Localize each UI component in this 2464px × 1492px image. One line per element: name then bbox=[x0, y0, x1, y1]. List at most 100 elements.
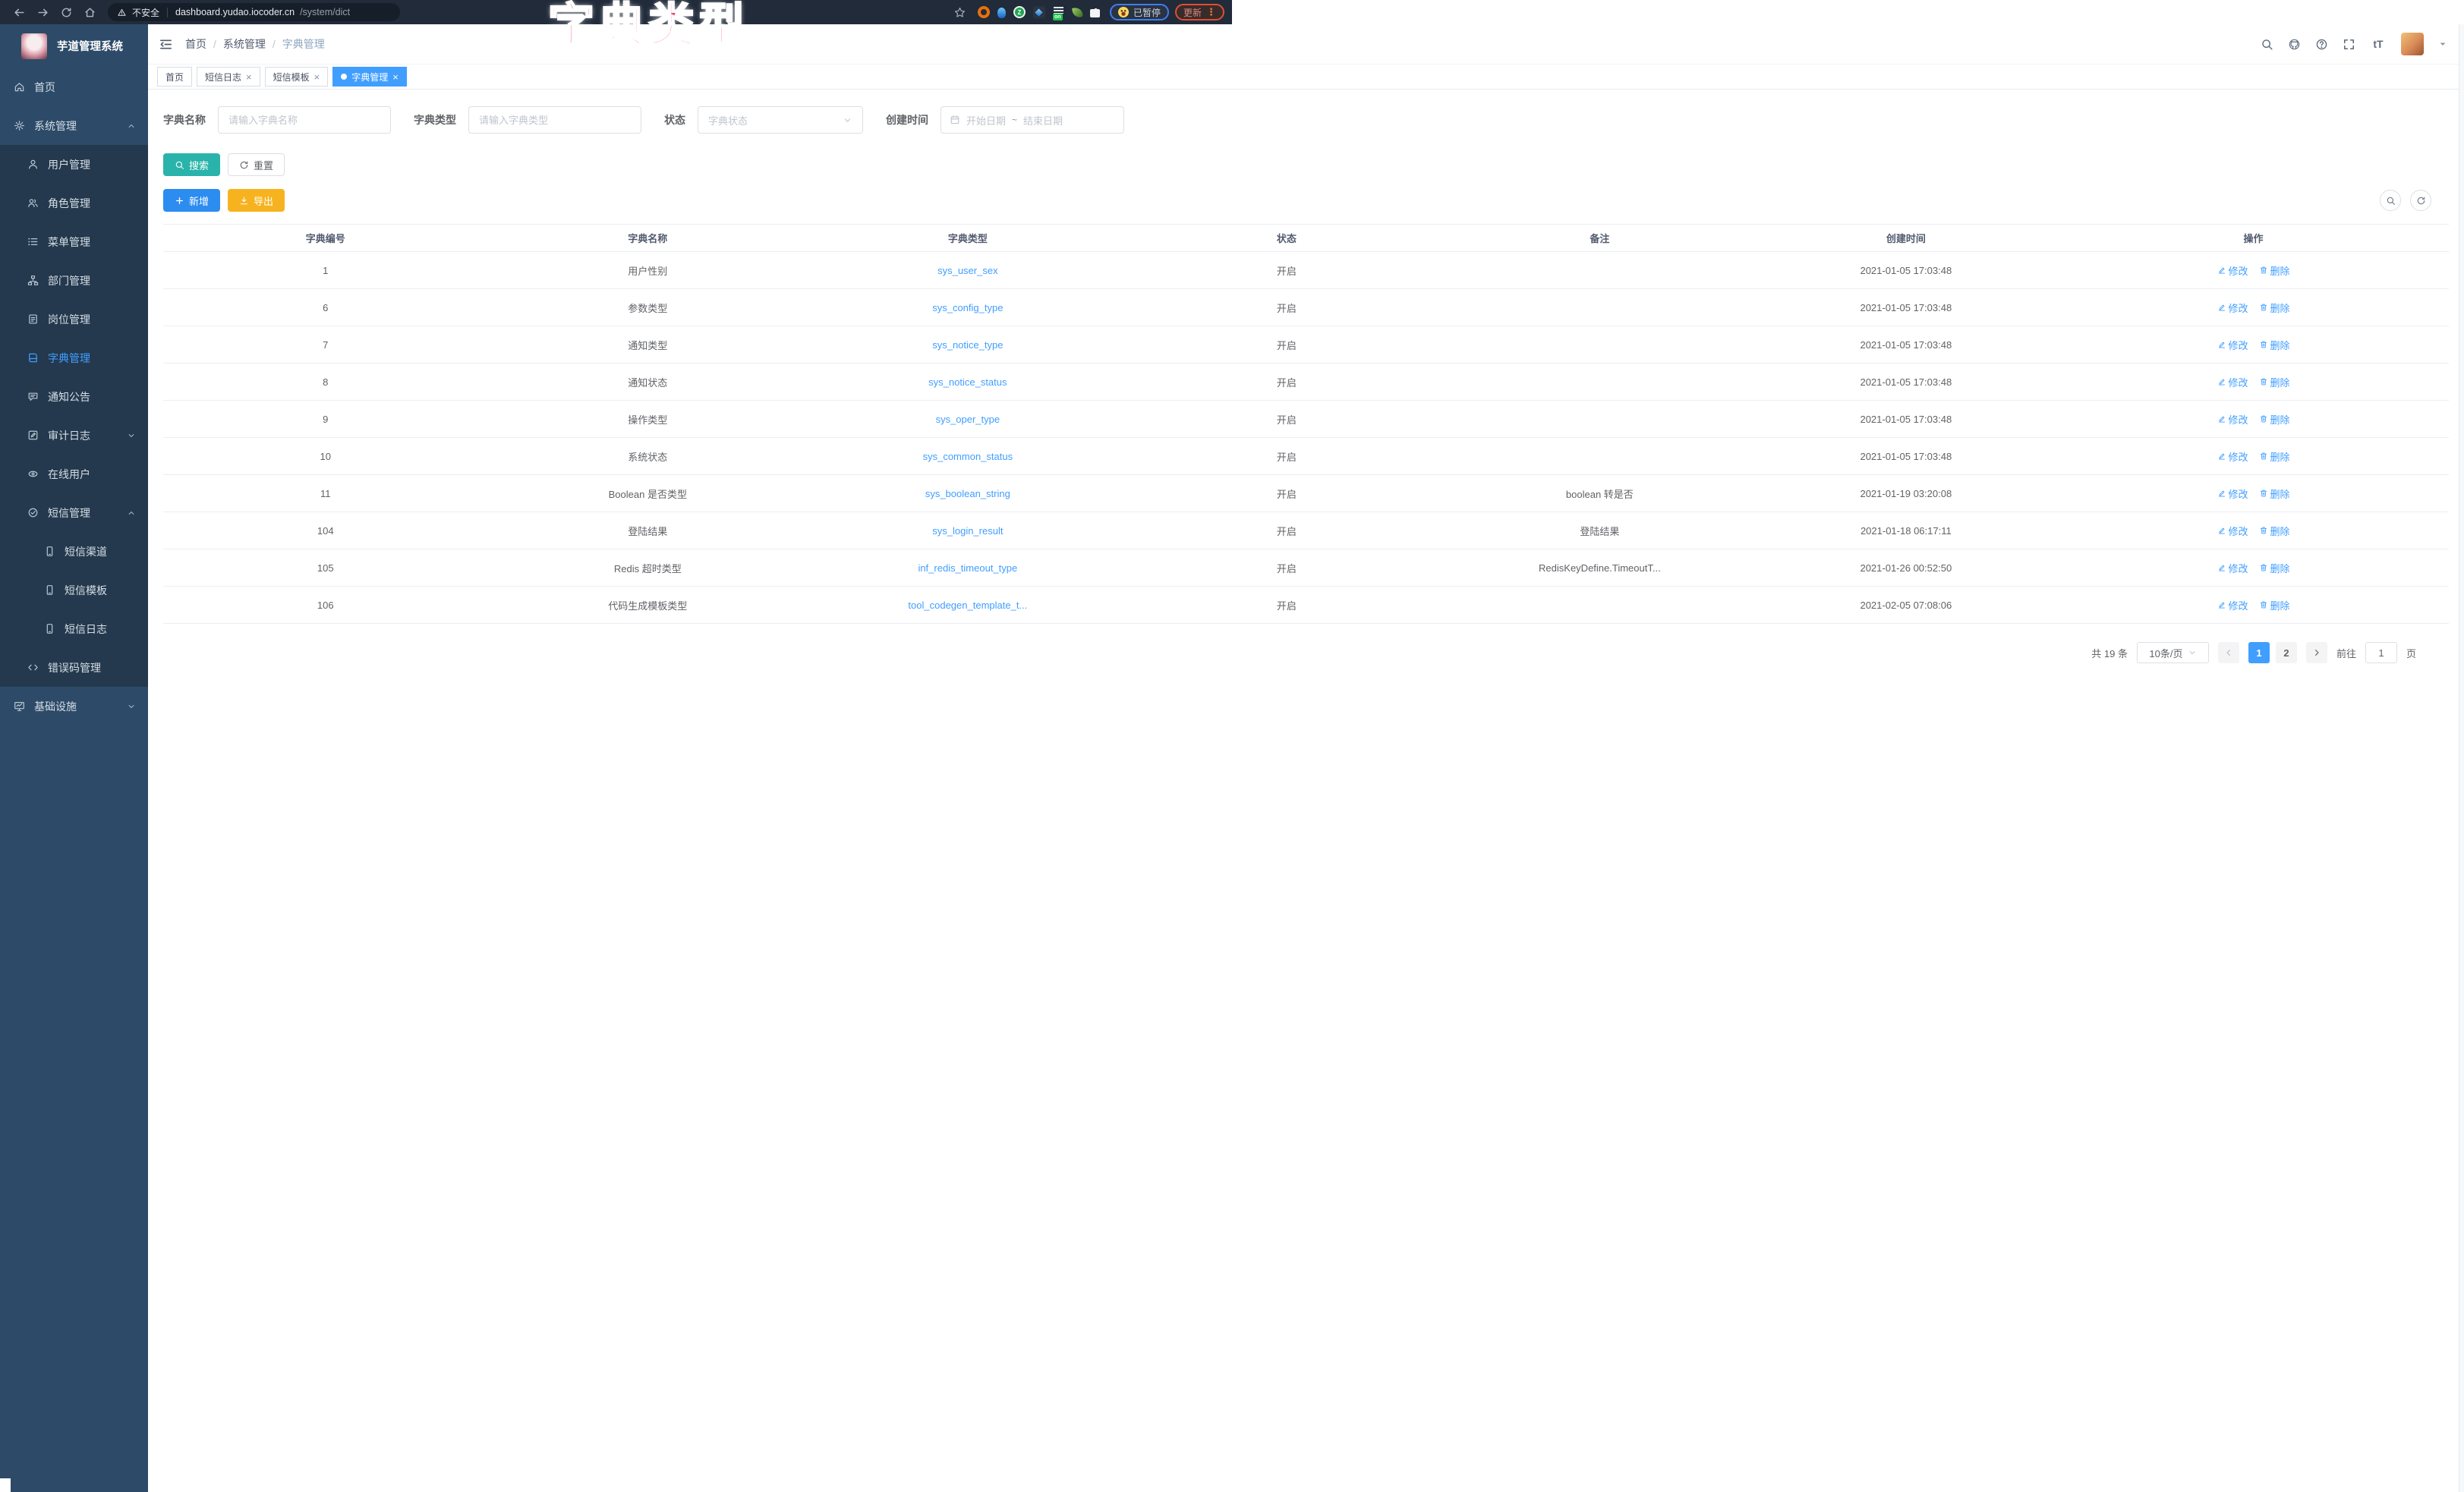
delete-link[interactable]: 删除 bbox=[2259, 338, 2290, 352]
delete-link[interactable]: 删除 bbox=[2259, 301, 2290, 315]
browser-home-icon[interactable] bbox=[83, 6, 96, 19]
delete-link[interactable]: 删除 bbox=[2259, 598, 2290, 612]
extension-target-icon[interactable] bbox=[978, 6, 990, 18]
add-button[interactable]: 新增 bbox=[163, 189, 220, 212]
edit-link[interactable]: 修改 bbox=[2217, 561, 2248, 575]
sidebar-item-post-management[interactable]: 岗位管理 bbox=[0, 300, 148, 338]
sidebar-item-online-users[interactable]: 在线用户 bbox=[0, 455, 148, 493]
delete-link[interactable]: 删除 bbox=[2259, 524, 2290, 538]
sidebar-item-notice[interactable]: 通知公告 bbox=[0, 377, 148, 416]
edit-link[interactable]: 修改 bbox=[2217, 598, 2248, 612]
delete-link[interactable]: 删除 bbox=[2259, 263, 2290, 278]
user-avatar[interactable] bbox=[2401, 33, 2424, 55]
dict-type-link[interactable]: sys_login_result bbox=[932, 525, 1003, 537]
app-logo[interactable]: 芋道管理系统 bbox=[0, 24, 148, 68]
browser-back-icon[interactable] bbox=[13, 6, 26, 19]
sidebar-item-menu-management[interactable]: 菜单管理 bbox=[0, 222, 148, 261]
search-button[interactable]: 搜索 bbox=[163, 153, 220, 176]
fullscreen-icon[interactable] bbox=[2343, 38, 2355, 51]
column-header: 备注 bbox=[1445, 225, 1753, 252]
tab-dict-management[interactable]: 字典管理× bbox=[332, 67, 407, 87]
goto-page-input[interactable] bbox=[2365, 642, 2397, 663]
tab-home[interactable]: 首页 bbox=[157, 67, 192, 87]
dict-type-link[interactable]: sys_notice_status bbox=[928, 376, 1007, 388]
dict-type-link[interactable]: tool_codegen_template_t... bbox=[908, 600, 1027, 611]
sidebar-item-dict-management[interactable]: 字典管理 bbox=[0, 338, 148, 377]
sidebar-item-audit-log[interactable]: 审计日志 bbox=[0, 416, 148, 455]
export-button[interactable]: 导出 bbox=[228, 189, 285, 212]
extensions-puzzle-icon[interactable] bbox=[1090, 9, 1100, 17]
edit-link[interactable]: 修改 bbox=[2217, 263, 2248, 278]
search-icon[interactable] bbox=[2261, 38, 2273, 51]
sidebar-item-sms-log[interactable]: 短信日志 bbox=[0, 609, 148, 648]
sidebar-item-sms-template[interactable]: 短信模板 bbox=[0, 571, 148, 609]
edit-link[interactable]: 修改 bbox=[2217, 301, 2248, 315]
sidebar-item-home[interactable]: 首页 bbox=[0, 68, 148, 106]
browser-forward-icon[interactable] bbox=[36, 6, 49, 19]
close-tab-icon[interactable]: × bbox=[314, 72, 320, 82]
browser-reload-icon[interactable] bbox=[60, 6, 73, 19]
tab-sms-log[interactable]: 短信日志× bbox=[197, 67, 260, 87]
extension-diamond-icon[interactable] bbox=[1033, 6, 1045, 18]
dict-type-link[interactable]: sys_oper_type bbox=[936, 414, 1000, 425]
dict-type-link[interactable]: sys_common_status bbox=[923, 451, 1013, 462]
edit-link[interactable]: 修改 bbox=[2217, 375, 2248, 389]
avatar-caret-icon[interactable] bbox=[2438, 39, 2447, 49]
browser-update-button[interactable]: 更新 ⋮ bbox=[1175, 4, 1224, 20]
tab-sms-template[interactable]: 短信模板× bbox=[265, 67, 329, 87]
sidebar-item-user-management[interactable]: 用户管理 bbox=[0, 145, 148, 184]
window-scrollbar[interactable] bbox=[2459, 24, 2464, 1492]
date-range-picker[interactable]: 开始日期 ~ 结束日期 bbox=[941, 106, 1124, 134]
breadcrumb-item[interactable]: 首页 bbox=[185, 36, 206, 52]
paused-extension-badge[interactable]: 已暂停 bbox=[1110, 4, 1169, 20]
delete-link[interactable]: 删除 bbox=[2259, 412, 2290, 427]
dict-type-link[interactable]: sys_user_sex bbox=[937, 265, 997, 276]
browser-menu-kebab-icon[interactable]: ⋮ bbox=[1206, 6, 1216, 18]
sidebar-item-role-management[interactable]: 角色管理 bbox=[0, 184, 148, 222]
status-select[interactable]: 字典状态 bbox=[698, 106, 863, 134]
bookmark-star-icon[interactable] bbox=[953, 6, 966, 19]
delete-link[interactable]: 删除 bbox=[2259, 486, 2290, 501]
breadcrumb-item[interactable]: 系统管理 bbox=[223, 36, 266, 52]
edit-link[interactable]: 修改 bbox=[2217, 412, 2248, 427]
dict-type-link[interactable]: inf_redis_timeout_type bbox=[918, 562, 1017, 574]
sidebar-item-sms-management[interactable]: 短信管理 bbox=[0, 493, 148, 532]
prev-page-button[interactable] bbox=[2218, 642, 2239, 663]
github-icon[interactable] bbox=[2288, 38, 2301, 51]
address-bar[interactable]: 不安全 dashboard.yudao.iocoder.cn /system/d… bbox=[108, 3, 400, 21]
sidebar-item-sms-channel[interactable]: 短信渠道 bbox=[0, 532, 148, 571]
delete-link[interactable]: 删除 bbox=[2259, 561, 2290, 575]
close-tab-icon[interactable]: × bbox=[392, 72, 399, 82]
help-icon[interactable] bbox=[2315, 38, 2328, 51]
delete-link[interactable]: 删除 bbox=[2259, 375, 2290, 389]
extension-leaf-icon[interactable] bbox=[1072, 7, 1083, 18]
page-button-1[interactable]: 1 bbox=[2248, 642, 2270, 663]
page-button-2[interactable]: 2 bbox=[2276, 642, 2297, 663]
reset-button[interactable]: 重置 bbox=[228, 153, 285, 176]
dict-type-link[interactable]: sys_config_type bbox=[932, 302, 1003, 313]
sidebar-item-system-management[interactable]: 系统管理 bbox=[0, 106, 148, 145]
edit-link[interactable]: 修改 bbox=[2217, 338, 2248, 352]
table-search-toggle-button[interactable] bbox=[2380, 190, 2401, 211]
dict-type-input[interactable] bbox=[468, 106, 641, 134]
sidebar-item-error-code[interactable]: 错误码管理 bbox=[0, 648, 148, 687]
delete-link[interactable]: 删除 bbox=[2259, 449, 2290, 464]
dict-type-link[interactable]: sys_boolean_string bbox=[925, 488, 1010, 499]
table-refresh-button[interactable] bbox=[2410, 190, 2431, 211]
edit-link[interactable]: 修改 bbox=[2217, 524, 2248, 538]
breadcrumb-separator: / bbox=[213, 38, 216, 50]
extension-list-icon[interactable]: on bbox=[1053, 6, 1065, 18]
page-size-select[interactable]: 10条/页 bbox=[2137, 642, 2209, 663]
edit-link[interactable]: 修改 bbox=[2217, 449, 2248, 464]
close-tab-icon[interactable]: × bbox=[246, 72, 252, 82]
next-page-button[interactable] bbox=[2306, 642, 2327, 663]
sidebar-item-dept-management[interactable]: 部门管理 bbox=[0, 261, 148, 300]
collapse-sidebar-icon[interactable] bbox=[159, 37, 173, 52]
dict-name-input[interactable] bbox=[218, 106, 391, 134]
extension-lamp-icon[interactable] bbox=[997, 8, 1006, 18]
font-size-icon[interactable] bbox=[2370, 37, 2387, 51]
extension-z-icon[interactable]: Z bbox=[1013, 6, 1026, 18]
sidebar-item-infrastructure[interactable]: 基础设施 bbox=[0, 687, 148, 726]
edit-link[interactable]: 修改 bbox=[2217, 486, 2248, 501]
dict-type-link[interactable]: sys_notice_type bbox=[932, 339, 1003, 351]
